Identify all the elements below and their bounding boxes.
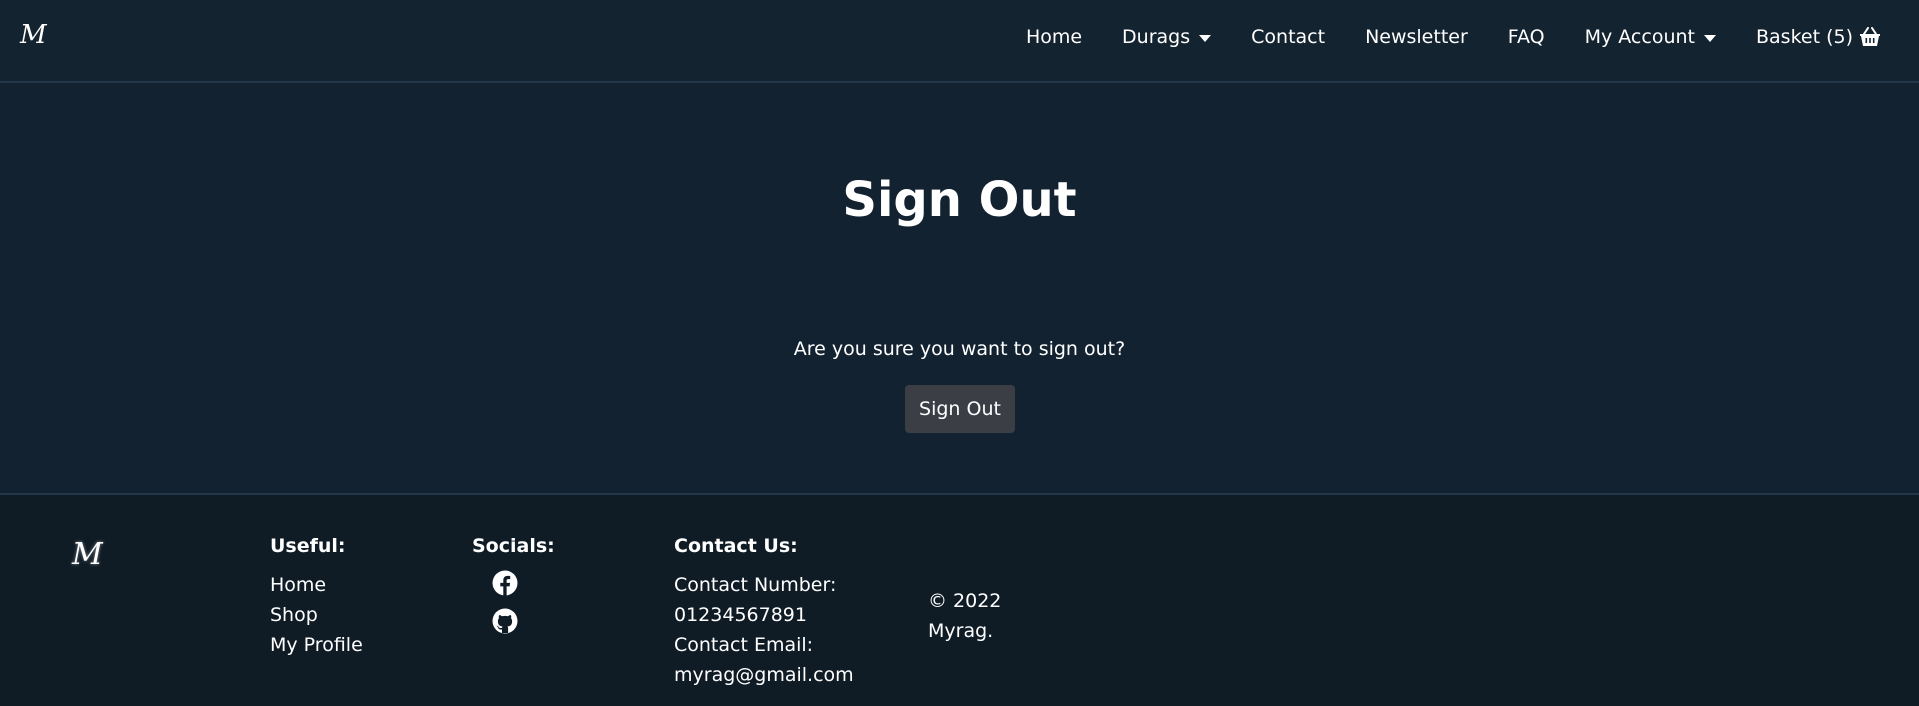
copyright-text: © 2022 Myrag. [928, 586, 1018, 646]
nav-my-account-dropdown[interactable]: My Account [1584, 25, 1716, 48]
sign-out-button[interactable]: Sign Out [905, 385, 1015, 433]
caret-down-icon [1704, 34, 1716, 42]
brand-logo[interactable]: M [20, 22, 47, 48]
page-title: Sign Out [842, 172, 1077, 228]
copyright-year: © 2022 [928, 590, 1002, 612]
footer-brand-logo: M [72, 537, 103, 572]
nav-faq-label: FAQ [1507, 25, 1545, 48]
navbar: M Home Durags Contact Newsletter FAQ My … [0, 0, 1919, 83]
nav-newsletter-link[interactable]: Newsletter [1365, 25, 1468, 48]
nav-basket-link[interactable]: Basket (5) [1756, 27, 1881, 47]
facebook-icon[interactable] [492, 570, 518, 596]
github-icon[interactable] [492, 608, 518, 634]
nav-durags-label: Durags [1122, 25, 1191, 48]
nav-basket-label: Basket (5) [1756, 25, 1853, 48]
footer-link-my-profile[interactable]: My Profile [270, 630, 363, 660]
nav-menu: Home Durags Contact Newsletter FAQ My Ac… [1026, 24, 1881, 50]
footer-link-shop[interactable]: Shop [270, 600, 363, 630]
footer-socials-heading: Socials: [472, 535, 555, 557]
footer-useful-column: Useful: Home Shop My Profile [270, 537, 363, 660]
contact-number-label: Contact Number: [674, 574, 837, 596]
nav-my-account-label: My Account [1584, 25, 1695, 48]
nav-durags-dropdown[interactable]: Durags [1122, 25, 1212, 48]
footer-contact-heading: Contact Us: [674, 535, 798, 557]
copyright-owner: Myrag. [928, 620, 994, 642]
footer-link-home[interactable]: Home [270, 570, 363, 600]
nav-contact-label: Contact [1251, 25, 1326, 48]
nav-newsletter-label: Newsletter [1365, 25, 1468, 48]
main-content: Sign Out Are you sure you want to sign o… [0, 83, 1919, 493]
nav-home-label: Home [1025, 25, 1083, 48]
contact-number-value: 01234567891 [674, 604, 807, 626]
contact-email-label: Contact Email: [674, 634, 814, 656]
nav-home-link[interactable]: Home [1025, 25, 1083, 48]
footer-socials-column: Socials: [472, 537, 555, 646]
nav-contact-link[interactable]: Contact [1251, 25, 1326, 48]
footer-contact-column: Contact Us: Contact Number: 01234567891 … [674, 537, 854, 690]
basket-icon [1860, 27, 1880, 46]
signout-confirm-text: Are you sure you want to sign out? [793, 338, 1126, 360]
nav-faq-link[interactable]: FAQ [1507, 25, 1545, 48]
footer: M Useful: Home Shop My Profile Socials: … [0, 493, 1919, 706]
caret-down-icon [1199, 34, 1212, 42]
contact-email-value: myrag@gmail.com [674, 664, 854, 686]
footer-useful-heading: Useful: [270, 535, 346, 557]
